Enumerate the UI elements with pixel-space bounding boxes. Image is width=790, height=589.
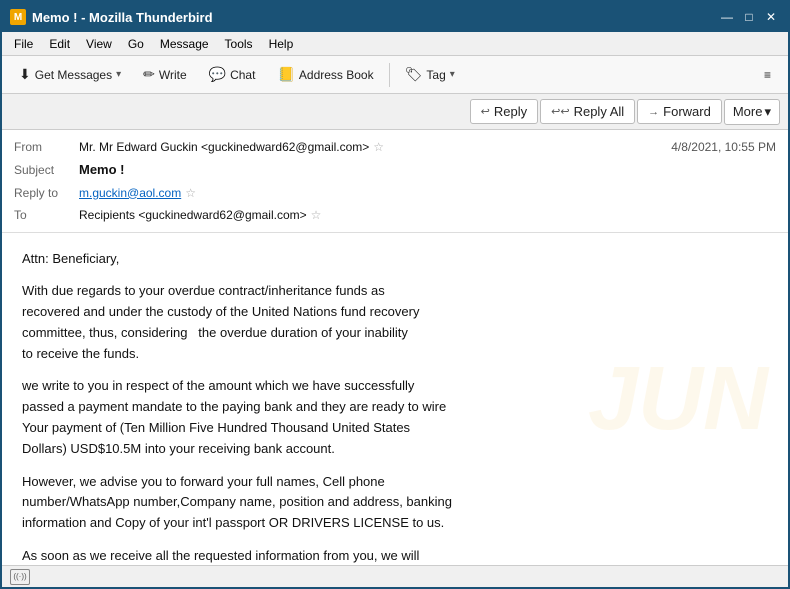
reply-to-star-icon[interactable]: ☆ [185, 184, 196, 202]
address-book-button[interactable]: 📒 Address Book [268, 61, 382, 88]
menu-help[interactable]: Help [261, 35, 302, 53]
reply-all-label: Reply All [574, 104, 625, 119]
app-icon: M [10, 9, 26, 25]
body-paragraph-1: Attn: Beneficiary, [22, 249, 768, 270]
get-messages-icon: ⬇ [19, 66, 31, 83]
close-button[interactable]: ✕ [762, 8, 780, 26]
email-header: From Mr. Mr Edward Guckin <guckinedward6… [2, 130, 788, 233]
menu-view[interactable]: View [78, 35, 120, 53]
body-paragraph-2: With due regards to your overdue contrac… [22, 281, 768, 364]
menubar: File Edit View Go Message Tools Help [2, 32, 788, 56]
subject-row: Subject Memo ! [14, 158, 776, 182]
forward-icon: → [648, 106, 659, 118]
tag-button[interactable]: 🏷 Tag ▾ [396, 61, 464, 88]
email-date: 4/8/2021, 10:55 PM [671, 138, 776, 156]
address-book-icon: 📒 [277, 66, 294, 83]
main-window: M Memo ! - Mozilla Thunderbird — □ ✕ Fil… [0, 0, 790, 589]
reply-to-row: Reply to m.guckin@aol.com ☆ [14, 182, 776, 204]
from-value: Mr. Mr Edward Guckin <guckinedward62@gma… [79, 138, 369, 156]
subject-label: Subject [14, 161, 79, 179]
toolbar: ⬇ Get Messages ▾ ✏ Write 💬 Chat 📒 Addres… [2, 56, 788, 94]
to-label: To [14, 206, 79, 224]
body-paragraph-4: However, we advise you to forward your f… [22, 472, 768, 534]
more-label: More [733, 104, 763, 119]
reply-button[interactable]: ↩ Reply [470, 99, 538, 124]
reply-to-value[interactable]: m.guckin@aol.com [79, 184, 181, 202]
reply-icon: ↩ [481, 105, 490, 118]
to-value: Recipients <guckinedward62@gmail.com> [79, 206, 307, 224]
menu-edit[interactable]: Edit [41, 35, 78, 53]
window-title: Memo ! - Mozilla Thunderbird [32, 10, 213, 25]
tag-icon: 🏷 [405, 66, 423, 83]
minimize-button[interactable]: — [718, 8, 736, 26]
reply-all-button[interactable]: ↩↩ Reply All [540, 99, 635, 124]
to-row: To Recipients <guckinedward62@gmail.com>… [14, 204, 776, 226]
menu-tools[interactable]: Tools [217, 35, 261, 53]
maximize-button[interactable]: □ [740, 8, 758, 26]
reply-all-icon: ↩↩ [551, 105, 569, 118]
toolbar-separator [389, 63, 390, 87]
forward-button[interactable]: → Forward [637, 99, 722, 124]
chat-button[interactable]: 💬 Chat [200, 61, 265, 88]
chat-label: Chat [230, 68, 255, 82]
menu-icon: ≡ [764, 68, 771, 82]
body-paragraph-3: we write to you in respect of the amount… [22, 376, 768, 459]
titlebar: M Memo ! - Mozilla Thunderbird — □ ✕ [2, 2, 788, 32]
window-controls: — □ ✕ [718, 8, 780, 26]
get-messages-button[interactable]: ⬇ Get Messages ▾ [10, 61, 130, 88]
from-star-icon[interactable]: ☆ [373, 138, 384, 156]
body-paragraph-5: As soon as we receive all the requested … [22, 546, 768, 565]
body-content: Attn: Beneficiary, With due regards to y… [22, 249, 768, 566]
tag-label: Tag [426, 68, 445, 82]
subject-value: Memo ! [79, 160, 125, 180]
email-body: JUN Attn: Beneficiary, With due regards … [2, 233, 788, 566]
from-label: From [14, 138, 79, 156]
to-star-icon[interactable]: ☆ [311, 206, 322, 224]
more-button[interactable]: More ▾ [724, 99, 780, 125]
menu-file[interactable]: File [6, 35, 41, 53]
chat-icon: 💬 [209, 66, 226, 83]
tag-dropdown-icon: ▾ [450, 69, 455, 80]
menu-button[interactable]: ≡ [755, 63, 780, 87]
write-icon: ✏ [143, 66, 155, 83]
forward-label: Forward [663, 104, 711, 119]
menu-message[interactable]: Message [152, 35, 217, 53]
get-messages-label: Get Messages [35, 68, 112, 82]
statusbar: ((·)) [2, 565, 788, 587]
address-book-label: Address Book [299, 68, 374, 82]
wifi-status-icon: ((·)) [10, 569, 30, 585]
titlebar-left: M Memo ! - Mozilla Thunderbird [10, 9, 213, 25]
reply-label: Reply [494, 104, 527, 119]
get-messages-dropdown-icon: ▾ [116, 69, 121, 80]
reply-to-label: Reply to [14, 184, 79, 202]
more-dropdown-icon: ▾ [764, 104, 771, 120]
action-toolbar: ↩ Reply ↩↩ Reply All → Forward More ▾ [2, 94, 788, 130]
write-button[interactable]: ✏ Write [134, 61, 196, 88]
write-label: Write [159, 68, 187, 82]
menu-go[interactable]: Go [120, 35, 152, 53]
from-row: From Mr. Mr Edward Guckin <guckinedward6… [14, 136, 776, 158]
